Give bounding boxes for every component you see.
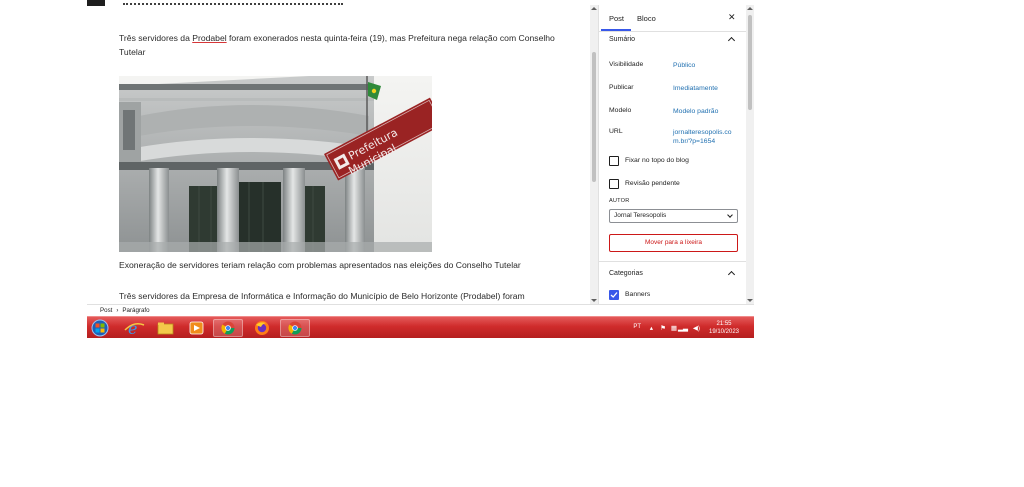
categories-panel-title[interactable]: Categorias xyxy=(609,270,643,277)
url-label: URL xyxy=(609,128,623,135)
checkmark-icon xyxy=(610,292,618,298)
publish-label: Publicar xyxy=(609,84,634,91)
signal-icon[interactable]: ▂▃ xyxy=(678,324,688,332)
summary-panel-title[interactable]: Sumário xyxy=(609,36,635,43)
block-breadcrumb: Post › Parágrafo xyxy=(87,304,754,316)
sidebar-scroll-thumb[interactable] xyxy=(748,15,752,110)
chrome-icon xyxy=(221,321,235,335)
chevron-up-icon[interactable] xyxy=(727,36,736,45)
chevron-up-icon[interactable] xyxy=(727,270,736,279)
scroll-up-arrow-icon[interactable] xyxy=(747,7,753,10)
pending-review-label[interactable]: Revisão pendente xyxy=(625,180,680,187)
active-tab-indicator xyxy=(601,29,631,31)
tab-bloco[interactable]: Bloco xyxy=(637,14,656,23)
media-player-icon xyxy=(189,321,204,335)
clock-time: 21:55 xyxy=(716,321,732,327)
post-title-cutoff xyxy=(123,0,343,5)
close-icon[interactable]: ✕ xyxy=(728,12,736,23)
editor-scrollbar[interactable] xyxy=(590,5,598,304)
media-player-taskbar-button[interactable] xyxy=(181,319,211,337)
template-label: Modelo xyxy=(609,107,632,114)
chrome-taskbar-button[interactable] xyxy=(213,319,243,337)
building-photo: Prefeitura Municipal xyxy=(119,76,432,252)
image-caption[interactable]: Exoneração de servidores teriam relação … xyxy=(119,258,569,272)
chevron-right-icon: › xyxy=(116,308,119,314)
firefox-icon xyxy=(255,321,269,335)
template-value[interactable]: Modelo padrão xyxy=(673,107,735,116)
volume-icon[interactable]: ◀) xyxy=(693,324,700,332)
file-explorer-taskbar-button[interactable] xyxy=(150,319,180,337)
paragraph-block-intro[interactable]: Três servidores da Prodabel foram exoner… xyxy=(119,31,569,59)
category-label-banners[interactable]: Banners xyxy=(625,291,650,298)
internet-explorer-icon: e xyxy=(124,319,145,338)
author-label: AUTOR xyxy=(609,198,630,204)
flag-icon[interactable]: ⚑ xyxy=(660,324,666,332)
pending-review-checkbox[interactable] xyxy=(609,179,619,189)
firefox-taskbar-button[interactable] xyxy=(247,319,277,337)
windows-orb-icon xyxy=(91,319,109,337)
panel-divider xyxy=(599,261,746,262)
paragraph-block-body[interactable]: Três servidores da Empresa de Informátic… xyxy=(119,289,569,303)
editor-canvas[interactable]: Três servidores da Prodabel foram exoner… xyxy=(87,0,590,304)
visibility-value[interactable]: Público xyxy=(673,61,735,70)
windows-taskbar: e PT ▴ ⚑ ▦ ▂▃ ◀) 21:55 19/10/2023 xyxy=(87,316,754,338)
internet-explorer-taskbar-button[interactable]: e xyxy=(119,319,149,338)
scroll-down-arrow-icon[interactable] xyxy=(747,299,753,302)
sidebar-scrollbar[interactable] xyxy=(746,5,754,304)
scroll-up-arrow-icon[interactable] xyxy=(591,7,597,10)
publish-value[interactable]: Imediatamente xyxy=(673,84,735,93)
scroll-down-arrow-icon[interactable] xyxy=(591,299,597,302)
chrome-active-taskbar-button[interactable] xyxy=(280,319,310,337)
start-button[interactable] xyxy=(89,319,113,337)
language-indicator[interactable]: PT xyxy=(633,324,641,330)
url-value[interactable]: jornalteresopolis.com.br/?p=1654 xyxy=(673,128,735,146)
move-to-trash-button[interactable]: Mover para a lixeira xyxy=(609,234,738,252)
sticky-label[interactable]: Fixar no topo do blog xyxy=(625,157,689,164)
sticky-checkbox[interactable] xyxy=(609,156,619,166)
author-selected-value: Jornal Teresopolis xyxy=(614,212,667,219)
image-block-prefeitura[interactable]: Prefeitura Municipal xyxy=(119,76,432,252)
title-block-edge xyxy=(87,0,105,6)
author-select[interactable]: Jornal Teresopolis xyxy=(609,209,738,223)
screen: Três servidores da Prodabel foram exoner… xyxy=(0,0,1024,487)
settings-sidebar: Post Bloco ✕ Sumário Visibilidade Públic… xyxy=(598,5,746,304)
folder-icon xyxy=(157,322,174,335)
clock[interactable]: 21:55 19/10/2023 xyxy=(704,320,744,336)
svg-text:e: e xyxy=(128,319,137,337)
chevron-down-icon xyxy=(727,212,733,218)
sidebar-tabs: Post Bloco ✕ xyxy=(599,5,746,32)
prodabel-link[interactable]: Prodabel xyxy=(192,33,226,43)
clock-date: 19/10/2023 xyxy=(708,329,740,335)
chevron-up-icon[interactable]: ▴ xyxy=(650,324,653,332)
breadcrumb-paragraph[interactable]: Parágrafo xyxy=(122,307,149,314)
category-checkbox-banners[interactable] xyxy=(609,290,619,300)
chrome-icon xyxy=(288,321,302,335)
tab-post[interactable]: Post xyxy=(609,14,624,23)
visibility-label: Visibilidade xyxy=(609,61,644,68)
editor-scroll-thumb[interactable] xyxy=(592,52,596,182)
network-icon[interactable]: ▦ xyxy=(671,324,677,332)
breadcrumb-post[interactable]: Post xyxy=(100,307,112,314)
